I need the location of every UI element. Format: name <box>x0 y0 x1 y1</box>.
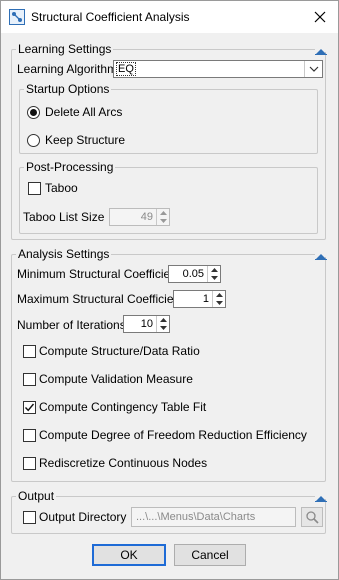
stepper-buttons <box>207 266 220 282</box>
chevron-down-icon <box>304 61 322 77</box>
output-directory-label: Output Directory <box>39 510 127 524</box>
collapse-triangle-icon[interactable] <box>315 249 327 260</box>
learning-algorithm-value: EQ <box>116 62 136 76</box>
validation-measure-label: Compute Validation Measure <box>39 372 193 386</box>
number-of-iterations-value: 10 <box>140 318 153 330</box>
browse-button[interactable] <box>301 507 323 527</box>
learning-algorithm-select[interactable]: EQ <box>113 60 323 78</box>
stepper-buttons <box>212 291 225 307</box>
output-directory-field[interactable]: ...\...\Menus\Data\Charts <box>131 507 296 527</box>
dof-reduction-efficiency-label: Compute Degree of Freedom Reduction Effi… <box>39 428 307 442</box>
min-structural-coefficient-label: Minimum Structural Coefficient <box>17 267 181 281</box>
contingency-table-fit-label: Compute Contingency Table Fit <box>39 400 207 414</box>
stepper-buttons <box>156 209 169 225</box>
startup-options-legend: Startup Options <box>24 82 112 96</box>
output-directory-value: ...\...\Menus\Data\Charts <box>136 511 256 523</box>
max-structural-coefficient-label: Maximum Structural Coefficient <box>17 292 184 306</box>
dialog-window: Structural Coefficient Analysis Learning… <box>0 0 339 580</box>
keep-structure-radio[interactable] <box>27 134 40 147</box>
checkmark-icon <box>24 403 35 412</box>
number-of-iterations-label: Number of Iterations <box>17 318 126 332</box>
network-graph-icon <box>9 9 25 25</box>
max-structural-coefficient-value: 1 <box>202 293 209 305</box>
structure-data-ratio-checkbox[interactable] <box>23 345 36 358</box>
min-structural-coefficient-stepper[interactable]: 0.05 <box>168 265 221 283</box>
number-of-iterations-stepper[interactable]: 10 <box>123 315 170 333</box>
rediscretize-nodes-label: Rediscretize Continuous Nodes <box>39 456 208 470</box>
close-button[interactable] <box>308 5 332 29</box>
spin-down-icon[interactable] <box>157 217 169 225</box>
spin-up-icon[interactable] <box>157 316 169 324</box>
taboo-list-size-stepper[interactable]: 49 <box>109 208 170 226</box>
learning-settings-group: Learning Settings Learning Algorithm EQ … <box>11 42 327 240</box>
spin-down-icon[interactable] <box>213 299 225 307</box>
spin-down-icon[interactable] <box>208 274 220 282</box>
analysis-settings-legend: Analysis Settings <box>16 247 112 261</box>
dof-reduction-efficiency-checkbox[interactable] <box>23 429 36 442</box>
spin-down-icon[interactable] <box>157 324 169 332</box>
taboo-list-size-label: Taboo List Size <box>23 210 105 224</box>
taboo-label: Taboo <box>45 181 78 195</box>
taboo-list-size-value: 49 <box>140 211 153 223</box>
stepper-buttons <box>156 316 169 332</box>
keep-structure-label: Keep Structure <box>45 133 126 147</box>
spin-up-icon[interactable] <box>208 266 220 274</box>
max-structural-coefficient-stepper[interactable]: 1 <box>173 290 226 308</box>
output-group: Output Output Directory ...\...\Menus\Da… <box>11 489 327 534</box>
ok-button[interactable]: OK <box>92 544 166 566</box>
spin-up-icon[interactable] <box>213 291 225 299</box>
window-title: Structural Coefficient Analysis <box>31 10 190 24</box>
output-directory-checkbox[interactable] <box>23 511 36 524</box>
spin-up-icon[interactable] <box>157 209 169 217</box>
min-structural-coefficient-value: 0.05 <box>182 268 204 280</box>
structure-data-ratio-label: Compute Structure/Data Ratio <box>39 344 200 358</box>
contingency-table-fit-checkbox[interactable] <box>23 401 36 414</box>
delete-all-arcs-radio[interactable] <box>27 106 40 119</box>
title-bar: Structural Coefficient Analysis <box>1 1 338 33</box>
close-icon <box>314 11 326 23</box>
delete-all-arcs-label: Delete All Arcs <box>45 105 123 119</box>
post-processing-legend: Post-Processing <box>24 160 116 174</box>
collapse-triangle-icon[interactable] <box>315 44 327 55</box>
validation-measure-checkbox[interactable] <box>23 373 36 386</box>
learning-algorithm-label: Learning Algorithm <box>17 62 118 76</box>
rediscretize-nodes-checkbox[interactable] <box>23 457 36 470</box>
taboo-checkbox[interactable] <box>28 182 41 195</box>
learning-settings-legend: Learning Settings <box>16 42 114 56</box>
output-legend: Output <box>16 489 57 503</box>
startup-options-group: Startup Options Delete All Arcs Keep Str… <box>19 82 318 154</box>
collapse-triangle-icon[interactable] <box>315 491 327 502</box>
magnifier-icon <box>306 511 319 524</box>
cancel-button[interactable]: Cancel <box>174 544 246 566</box>
post-processing-group: Post-Processing Taboo Taboo List Size 49 <box>19 160 318 234</box>
analysis-settings-group: Analysis Settings Minimum Structural Coe… <box>11 247 327 482</box>
